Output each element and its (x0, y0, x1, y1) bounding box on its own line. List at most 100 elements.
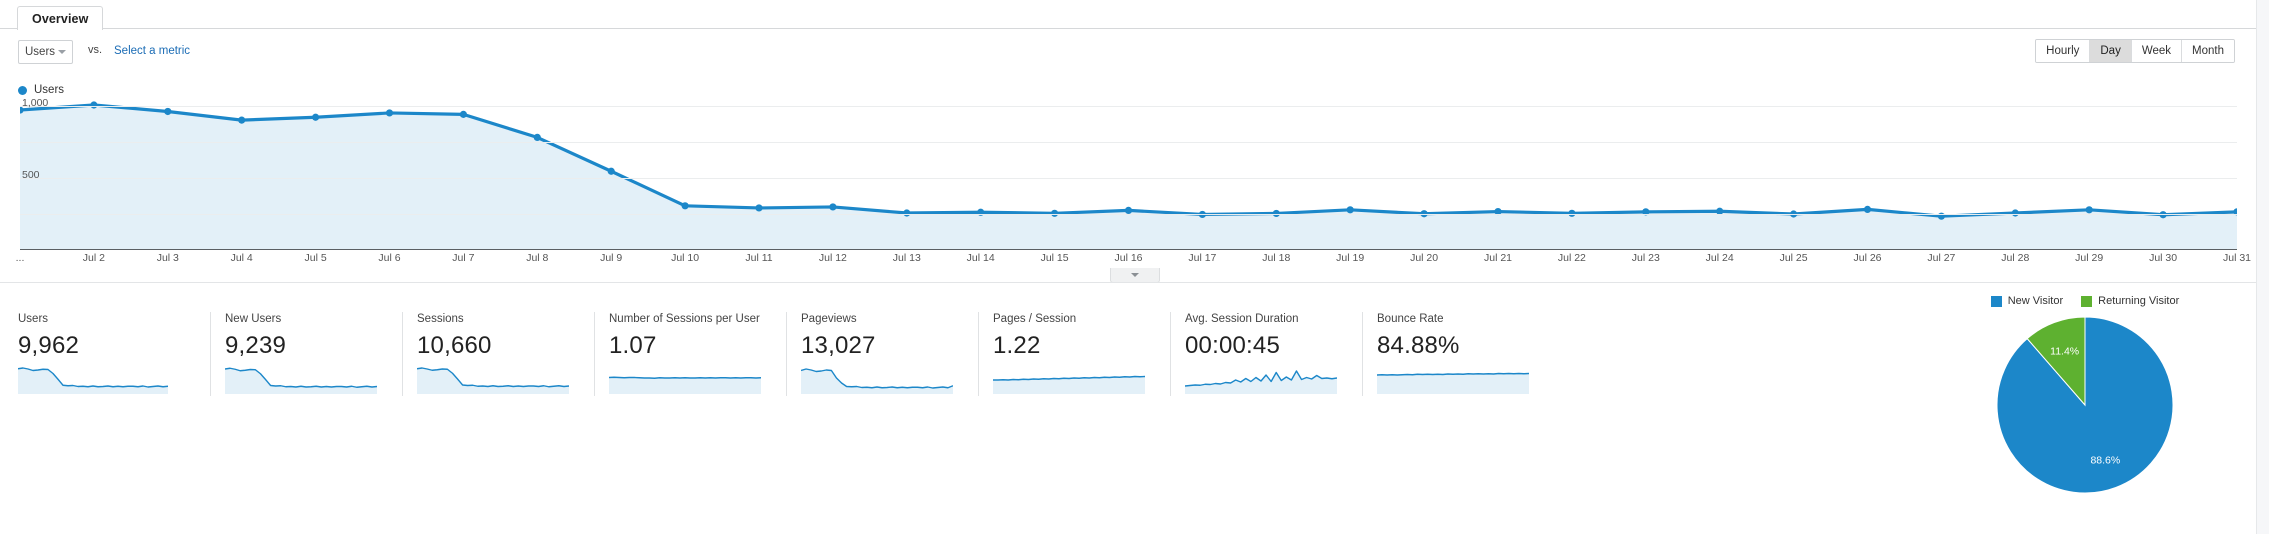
x-tick-label: Jul 30 (2149, 252, 2178, 264)
metric-card-value: 13,027 (801, 332, 876, 359)
series-legend: Users (18, 84, 64, 96)
metric-card-sparkline (801, 366, 962, 396)
metric-card-value: 10,660 (417, 332, 492, 359)
metric-card-sparkline (18, 366, 194, 396)
users-line-chart[interactable]: 1,000 500 (16, 97, 2241, 250)
gridline (20, 106, 2237, 107)
section-divider (0, 282, 2257, 283)
pie-legend-new-visitor[interactable]: New Visitor (1990, 295, 2064, 307)
granularity-week[interactable]: Week (2131, 40, 2183, 62)
metric-card-value: 84.88% (1377, 332, 1460, 359)
metric-card[interactable]: Avg. Session Duration 00:00:45 (1170, 312, 1362, 396)
pie-svg[interactable]: 88.6% 11.4% (1995, 315, 2175, 495)
x-tick-label: Jul 3 (156, 252, 179, 264)
metric-card[interactable]: Number of Sessions per User 1.07 (594, 312, 786, 396)
x-tick-label: Jul 10 (671, 252, 700, 264)
metric-card[interactable]: Sessions 10,660 (402, 312, 594, 396)
x-tick-label: Jul 26 (1853, 252, 1882, 264)
series-legend-label: Users (34, 84, 65, 96)
pie-slice-label: 11.4% (2050, 346, 2079, 358)
gridline (20, 142, 2237, 143)
metric-card[interactable]: New Users 9,239 (210, 312, 402, 396)
x-tick-label: Jul 29 (2075, 252, 2104, 264)
x-tick-label: Jul 16 (1114, 252, 1143, 264)
tab-bar: Overview (0, 0, 2257, 30)
pie-legend-returning-visitor[interactable]: Returning Visitor (2081, 295, 2179, 307)
x-tick-label: Jul 14 (966, 252, 995, 264)
metric-card[interactable]: Users 9,962 (18, 312, 210, 396)
granularity-toggle-group: Hourly Day Week Month (2035, 39, 2235, 63)
metric-card-value: 9,962 (18, 332, 80, 359)
metric-dropdown-label: Users (25, 46, 56, 58)
x-tick-label: Jul 20 (1410, 252, 1439, 264)
metric-selector-row: Users vs. Select a metric Hourly Day Wee… (0, 39, 2257, 72)
legend-swatch-returning-visitor-icon (2081, 295, 2093, 307)
x-tick-label: Jul 15 (1040, 252, 1069, 264)
vs-label: vs. (88, 44, 103, 56)
new-vs-returning-pie: New Visitor Returning Visitor 88.6% 11.4% (1935, 295, 2235, 525)
metric-dropdown[interactable]: Users (18, 40, 73, 64)
tab-overview[interactable]: Overview (17, 6, 104, 30)
x-tick-label: Jul 31 (2222, 252, 2252, 264)
series-legend-dot-icon (18, 85, 27, 95)
metric-card-value: 1.07 (609, 332, 657, 359)
chart-plot-area: 1,000 500 (16, 97, 2241, 250)
metric-card[interactable]: Pages / Session 1.22 (978, 312, 1170, 396)
granularity-hourly[interactable]: Hourly (2036, 40, 2091, 62)
x-tick-label: Jul 28 (2001, 252, 2030, 264)
x-tick-label: Jul 8 (526, 252, 549, 264)
gridline (20, 178, 2237, 179)
tab-bar-rule (0, 28, 2257, 29)
pie-legend-returning-visitor-label: Returning Visitor (2098, 295, 2180, 307)
chart-svg (16, 101, 2241, 250)
legend-swatch-new-visitor-icon (1990, 295, 2002, 307)
metric-card-title: Sessions (417, 313, 464, 325)
chevron-down-icon (58, 50, 66, 54)
x-tick-label: Jul 17 (1188, 252, 1217, 264)
metric-card-title: Pages / Session (993, 313, 1077, 325)
metric-card-title: Pageviews (801, 313, 857, 325)
tab-overview-label: Overview (32, 11, 89, 26)
y-tick-1000: 1,000 (22, 97, 49, 109)
metric-card-sparkline (225, 366, 386, 396)
y-tick-500: 500 (22, 169, 40, 181)
metric-card[interactable]: Bounce Rate 84.88% (1362, 312, 1554, 396)
chart-axis-line (20, 249, 2237, 250)
x-tick-label: ... (15, 252, 25, 264)
metric-card-title: Users (18, 313, 49, 325)
collapse-chart-button[interactable] (1109, 268, 1160, 283)
metric-card-value: 9,239 (225, 332, 287, 359)
x-tick-label: Jul 22 (1557, 252, 1586, 264)
x-tick-label: Jul 25 (1779, 252, 1808, 264)
x-tick-label: Jul 4 (230, 252, 253, 264)
granularity-month[interactable]: Month (2182, 40, 2234, 62)
metric-cards: Users 9,962 New Users 9,239 Sessions 10,660 Nu… (18, 312, 1554, 396)
x-tick-label: Jul 7 (452, 252, 475, 264)
x-tick-label: Jul 24 (1705, 252, 1734, 264)
x-tick-label: Jul 19 (1336, 252, 1365, 264)
select-a-metric-link[interactable]: Select a metric (114, 45, 190, 57)
x-tick-label: Jul 23 (1631, 252, 1660, 264)
metric-card-sparkline (993, 366, 1154, 396)
granularity-day[interactable]: Day (2090, 40, 2132, 62)
x-tick-label: Jul 18 (1262, 252, 1291, 264)
x-tick-label: Jul 6 (378, 252, 401, 264)
metric-card-sparkline (417, 366, 578, 396)
metric-card-value: 00:00:45 (1185, 332, 1281, 359)
x-tick-label: Jul 21 (1483, 252, 1513, 264)
pie-legend-new-visitor-label: New Visitor (2007, 295, 2064, 307)
x-tick-label: Jul 2 (82, 252, 105, 264)
x-tick-label: Jul 12 (818, 252, 847, 264)
x-tick-label: Jul 9 (600, 252, 623, 264)
metric-card-value: 1.22 (993, 332, 1041, 359)
chevron-down-icon (1130, 273, 1139, 277)
pie-legend: New Visitor Returning Visitor (1935, 295, 2235, 307)
metric-card-title: Bounce Rate (1377, 313, 1444, 325)
metric-card-sparkline (609, 366, 770, 396)
metric-card-title: Number of Sessions per User (609, 313, 760, 325)
pie-slice-label: 88.6% (2090, 454, 2120, 466)
metric-card-sparkline (1185, 366, 1346, 396)
metric-card[interactable]: Pageviews 13,027 (786, 312, 978, 396)
metric-card-sparkline (1377, 366, 1538, 396)
gridline (20, 214, 2237, 215)
